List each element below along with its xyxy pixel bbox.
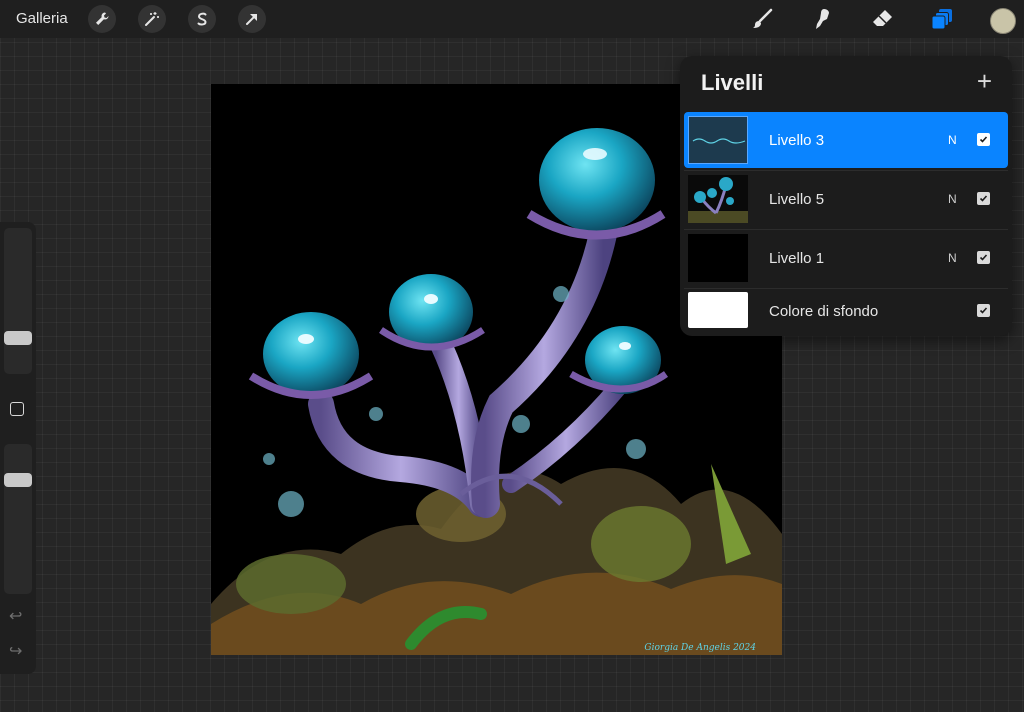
eraser-tool-button[interactable]	[868, 5, 896, 33]
layer-row[interactable]: Livello 5 N	[684, 171, 1008, 227]
brush-tool-button[interactable]	[748, 5, 776, 33]
layer-name: Colore di sfondo	[769, 303, 879, 320]
layer-blend-mode[interactable]: N	[948, 133, 957, 147]
layer-thumbnail	[688, 175, 748, 223]
gallery-button[interactable]: Galleria	[16, 10, 68, 27]
layer-visibility-checkbox[interactable]	[977, 251, 990, 264]
brush-size-thumb[interactable]	[4, 331, 32, 345]
layer-visibility-checkbox[interactable]	[977, 133, 990, 146]
layers-icon	[930, 7, 954, 31]
smudge-tool-button[interactable]	[808, 5, 836, 33]
top-toolbar: Galleria	[0, 0, 1024, 38]
layer-row[interactable]: Livello 1 N	[684, 230, 1008, 286]
wrench-icon	[94, 11, 110, 27]
smudge-icon	[810, 7, 834, 31]
layer-thumbnail	[688, 292, 748, 328]
layer-visibility-checkbox[interactable]	[977, 304, 990, 317]
brush-size-slider[interactable]	[4, 228, 32, 374]
layer-blend-mode[interactable]: N	[948, 251, 957, 265]
eraser-icon	[870, 7, 894, 31]
adjustments-wand-button[interactable]	[138, 5, 166, 33]
layers-tool-button[interactable]	[928, 5, 956, 33]
undo-icon[interactable]: ↩	[9, 606, 22, 626]
layer-thumbnail	[688, 234, 748, 282]
artist-signature: Giorgia De Angelis 2024	[644, 643, 756, 653]
layer-row-background[interactable]: Colore di sfondo	[684, 286, 1008, 336]
layers-panel: Livelli + Livello 3 N Livello 5 N Livell…	[680, 56, 1012, 336]
layer-name: Livello 3	[769, 132, 825, 149]
layer-thumbnail	[688, 116, 748, 164]
selection-s-icon	[194, 11, 210, 27]
layer-blend-mode[interactable]: N	[948, 192, 957, 206]
layer-visibility-checkbox[interactable]	[977, 192, 990, 205]
actions-wrench-button[interactable]	[88, 5, 116, 33]
opacity-slider[interactable]	[4, 444, 32, 594]
magic-wand-icon	[144, 11, 160, 27]
layer-row[interactable]: Livello 3 N	[684, 112, 1008, 168]
layer-name: Livello 1	[769, 250, 825, 267]
color-picker-swatch[interactable]	[990, 8, 1016, 34]
modify-square-icon[interactable]	[10, 402, 24, 416]
layer-name: Livello 5	[769, 191, 825, 208]
transform-arrow-icon	[244, 11, 260, 27]
layers-panel-title: Livelli	[701, 70, 764, 95]
transform-button[interactable]	[238, 5, 266, 33]
selection-button[interactable]	[188, 5, 216, 33]
left-sidebar: ↩ ↪	[0, 222, 36, 674]
redo-icon[interactable]: ↪	[9, 641, 22, 661]
brush-icon	[750, 7, 774, 31]
add-layer-button[interactable]: +	[977, 66, 992, 97]
opacity-thumb[interactable]	[4, 473, 32, 487]
